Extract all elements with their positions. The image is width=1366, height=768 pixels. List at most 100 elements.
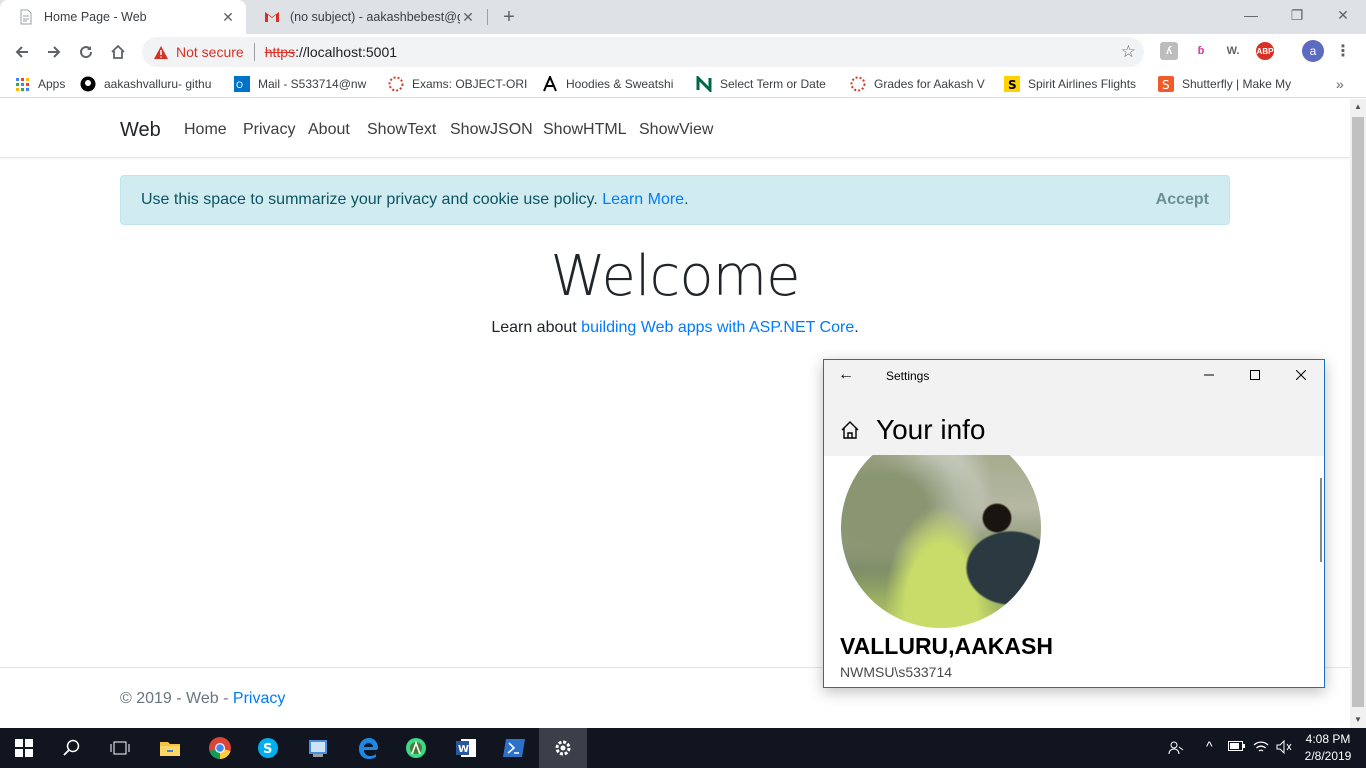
cookie-consent-banner: Use this space to summarize your privacy… bbox=[120, 175, 1230, 225]
omnibox-divider bbox=[253, 43, 255, 61]
restore-button[interactable]: ❐ bbox=[1274, 0, 1320, 30]
bookmark-mail[interactable]: O Mail - S533714@nw bbox=[234, 75, 374, 93]
installer-icon[interactable] bbox=[294, 728, 342, 768]
nav-showview[interactable]: ShowView bbox=[639, 121, 713, 139]
your-info-heading: Your info bbox=[876, 414, 986, 445]
chevron-up-icon[interactable]: ^ bbox=[1206, 738, 1213, 754]
forward-arrow-icon[interactable] bbox=[42, 40, 66, 64]
system-clock[interactable]: 4:08 PM 2/8/2019 bbox=[1296, 731, 1360, 765]
word-icon[interactable]: W bbox=[442, 728, 490, 768]
search-icon[interactable] bbox=[48, 728, 96, 768]
close-window-button[interactable]: ✕ bbox=[1320, 0, 1366, 30]
tab-gmail[interactable]: (no subject) - aakashbebest@gm ✕ bbox=[246, 0, 486, 34]
close-tab-icon[interactable]: ✕ bbox=[460, 9, 476, 25]
page-scrollbar[interactable]: ▲ ▼ bbox=[1350, 99, 1366, 728]
minimize-button[interactable] bbox=[1194, 364, 1224, 386]
maximize-button[interactable] bbox=[1240, 364, 1270, 386]
svg-text:W: W bbox=[458, 744, 469, 755]
apps-grid-icon bbox=[14, 76, 30, 92]
settings-scrollbar[interactable] bbox=[1320, 478, 1322, 562]
spirit-icon: S bbox=[1004, 76, 1020, 92]
back-arrow-icon[interactable] bbox=[10, 40, 34, 64]
brand-a-icon bbox=[542, 76, 558, 92]
tab-strip: Home Page - Web ✕ (no subject) - aakashb… bbox=[0, 0, 1366, 34]
bookmark-hoodies[interactable]: Hoodies & Sweatshi bbox=[542, 75, 682, 93]
close-button[interactable] bbox=[1286, 364, 1316, 386]
gmail-icon bbox=[264, 9, 280, 25]
back-arrow-icon[interactable]: ← bbox=[838, 366, 854, 384]
bookmark-shutterfly[interactable]: S Shutterfly | Make My bbox=[1158, 75, 1298, 93]
accept-button[interactable]: Accept bbox=[1156, 191, 1209, 209]
clock-date: 2/8/2019 bbox=[1304, 749, 1352, 763]
bookmark-spirit[interactable]: S Spirit Airlines Flights bbox=[1004, 75, 1144, 93]
tab-home-page[interactable]: Home Page - Web ✕ bbox=[0, 0, 246, 34]
warning-icon bbox=[154, 45, 168, 59]
adblock-icon[interactable]: ABP bbox=[1256, 42, 1274, 60]
footer-privacy-link[interactable]: Privacy bbox=[233, 690, 285, 707]
nav-showhtml[interactable]: ShowHTML bbox=[543, 121, 627, 139]
wifi-icon[interactable] bbox=[1253, 740, 1269, 757]
reload-icon[interactable] bbox=[74, 40, 98, 64]
bookmark-grades[interactable]: Grades for Aakash V bbox=[850, 75, 990, 93]
battery-icon[interactable] bbox=[1228, 740, 1246, 755]
tab-separator bbox=[487, 9, 488, 25]
clock-time: 4:08 PM bbox=[1305, 732, 1351, 746]
scrollbar-thumb[interactable] bbox=[1352, 117, 1364, 707]
nav-about[interactable]: About bbox=[308, 121, 350, 139]
android-studio-icon[interactable] bbox=[392, 728, 440, 768]
speaker-muted-icon[interactable] bbox=[1276, 739, 1292, 757]
svg-text:O: O bbox=[236, 81, 243, 91]
address-bar[interactable]: Not secure https ://localhost:5001 ☆ bbox=[142, 37, 1144, 67]
scroll-up-arrow-icon[interactable]: ▲ bbox=[1350, 99, 1366, 115]
nav-home[interactable]: Home bbox=[184, 121, 227, 139]
nav-showtext[interactable]: ShowText bbox=[367, 121, 436, 139]
cookie-text: Use this space to summarize your privacy… bbox=[141, 191, 689, 208]
tab-title: Home Page - Web bbox=[44, 10, 147, 24]
settings-window-title: Settings bbox=[886, 369, 930, 383]
nav-privacy[interactable]: Privacy bbox=[243, 121, 295, 139]
file-explorer-icon[interactable] bbox=[146, 728, 194, 768]
aspnet-core-link[interactable]: building Web apps with ASP.NET Core bbox=[581, 319, 854, 336]
welcome-heading: Welcome bbox=[550, 244, 800, 309]
extension-icon[interactable]: ʎ bbox=[1160, 42, 1178, 60]
svg-text:S: S bbox=[263, 742, 272, 757]
task-view-icon[interactable] bbox=[96, 728, 144, 768]
minimize-button[interactable]: — bbox=[1228, 0, 1274, 30]
svg-text:S: S bbox=[1162, 78, 1170, 92]
chrome-icon[interactable] bbox=[196, 728, 244, 768]
menu-kebab-icon[interactable]: ⋮ bbox=[1334, 42, 1352, 60]
bookmark-apps[interactable]: Apps bbox=[14, 75, 70, 93]
extension-icon[interactable]: ɓ bbox=[1192, 42, 1210, 60]
skype-icon[interactable]: S bbox=[244, 728, 292, 768]
close-tab-icon[interactable]: ✕ bbox=[220, 9, 236, 25]
people-icon[interactable] bbox=[1168, 740, 1184, 759]
bookmark-github[interactable]: aakashvalluru- githu bbox=[80, 75, 220, 93]
bookmark-exams[interactable]: Exams: OBJECT-ORIE bbox=[388, 75, 528, 93]
home-icon[interactable] bbox=[106, 40, 130, 64]
settings-gear-icon[interactable] bbox=[539, 728, 587, 768]
windows-start-icon[interactable] bbox=[0, 728, 48, 768]
bookmark-select-term[interactable]: Select Term or Date bbox=[696, 75, 836, 93]
bookmark-star-icon[interactable]: ☆ bbox=[1121, 42, 1136, 62]
scroll-down-arrow-icon[interactable]: ▼ bbox=[1350, 712, 1366, 728]
github-icon bbox=[80, 76, 96, 92]
user-account-name: NWMSU\s533714 bbox=[840, 664, 953, 680]
footer-text: © 2019 - Web - Privacy bbox=[120, 690, 286, 707]
more-bookmarks-icon[interactable]: » bbox=[1336, 75, 1344, 93]
powershell-icon[interactable] bbox=[490, 728, 538, 768]
nav-showjson[interactable]: ShowJSON bbox=[450, 121, 533, 139]
home-icon[interactable] bbox=[840, 420, 860, 443]
new-tab-button[interactable]: + bbox=[499, 7, 519, 27]
northwest-n-icon bbox=[696, 76, 712, 92]
learn-more-link[interactable]: Learn More bbox=[602, 191, 684, 208]
site-brand[interactable]: Web bbox=[120, 119, 161, 142]
profile-avatar[interactable]: a bbox=[1302, 40, 1324, 62]
edge-icon[interactable] bbox=[344, 728, 392, 768]
taskbar: S W ^ 4:08 PM 2/8/2019 bbox=[0, 728, 1366, 768]
outlook-icon: O bbox=[234, 76, 250, 92]
avatar bbox=[841, 455, 1041, 628]
document-icon bbox=[18, 9, 34, 25]
settings-header: ← Settings Your info bbox=[824, 360, 1324, 456]
extension-icon[interactable]: W. bbox=[1224, 42, 1242, 60]
security-label[interactable]: Not secure bbox=[176, 44, 244, 60]
